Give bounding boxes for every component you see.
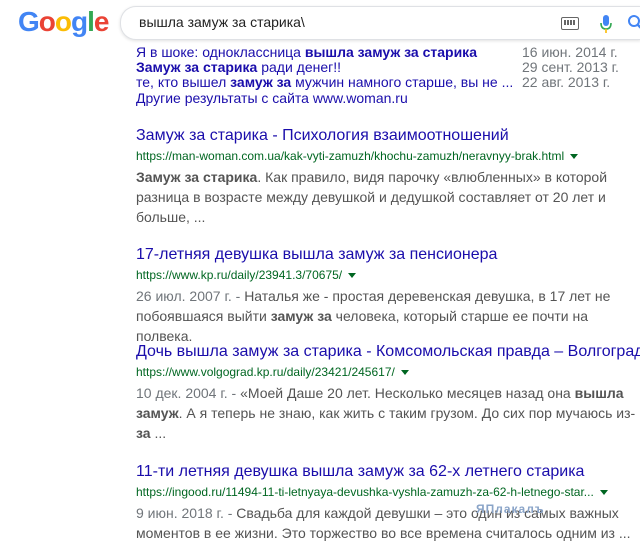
microphone-icon[interactable]	[598, 14, 614, 34]
result-title-link[interactable]: Дочь вышла замуж за старика - Комсомольс…	[136, 342, 640, 362]
search-input[interactable]: вышла замуж за старика\	[139, 14, 305, 30]
sitelink-text: те, кто вышел	[136, 74, 231, 90]
search-result: 11-ти летняя девушка вышла замуж за 62-х…	[136, 462, 640, 543]
result-snippet: 9 июн. 2018 г. - Свадьба для каждой деву…	[136, 503, 640, 543]
snippet-text: замуж за	[270, 308, 332, 324]
keyboard-icon[interactable]	[561, 17, 579, 30]
sitelink-text: замуж за	[230, 74, 292, 90]
sitelink-text: вышла замуж за старика	[304, 44, 477, 60]
sitelink-text: мужчин намного старше, вы не ...	[291, 74, 514, 90]
result-url-text: https://ingood.ru/11494-11-ti-letnyaya-d…	[136, 485, 594, 499]
result-date: 10 дек. 2004 г. -	[136, 385, 241, 401]
result-snippet: Замуж за старика. Как правило, видя паро…	[136, 167, 640, 227]
search-result: Дочь вышла замуж за старика - Комсомольс…	[136, 342, 640, 443]
search-result: Замуж за старика - Психология взаимоотно…	[136, 126, 640, 227]
logo-letter: o	[54, 6, 72, 37]
logo-letter: l	[87, 6, 95, 37]
dropdown-arrow-icon[interactable]	[599, 490, 608, 496]
sitelink-date: 29 сент. 2013 г.	[522, 59, 619, 75]
result-url: https://www.kp.ru/daily/23941.3/70675/	[136, 267, 640, 283]
sitelink[interactable]: Замуж за старика ради денег!!	[136, 59, 341, 75]
sitelink-text: ради денег!!	[257, 59, 342, 75]
snippet-text: «Моей Даше 20 лет. Несколько месяцев наз…	[240, 385, 575, 401]
sitelink-date: 16 июн. 2014 г.	[522, 44, 618, 60]
sitelink-text: Я в шоке: одноклассница	[136, 44, 305, 60]
result-url-text: https://www.volgograd.kp.ru/daily/23421/…	[136, 365, 395, 379]
result-url-text: https://man-woman.com.ua/kak-vyti-zamuzh…	[136, 149, 565, 163]
result-snippet: 10 дек. 2004 г. - «Моей Даше 20 лет. Нес…	[136, 383, 640, 443]
search-icon[interactable]	[627, 14, 640, 32]
result-url: https://man-woman.com.ua/kak-vyti-zamuzh…	[136, 148, 640, 164]
logo-letter: o	[38, 6, 56, 37]
dropdown-arrow-icon[interactable]	[400, 370, 409, 376]
snippet-text: ...	[150, 425, 167, 441]
header: Google вышла замуж за старика\	[0, 0, 640, 44]
result-title-link[interactable]: 11-ти летняя девушка вышла замуж за 62-х…	[136, 462, 640, 482]
dropdown-arrow-icon[interactable]	[348, 273, 357, 279]
result-url: https://www.volgograd.kp.ru/daily/23421/…	[136, 364, 640, 380]
result-url-text: https://www.kp.ru/daily/23941.3/70675/	[136, 268, 343, 282]
snippet-text: за	[136, 425, 151, 441]
sitelink-text: Замуж за старика	[136, 59, 258, 75]
logo-letter: g	[71, 6, 88, 37]
sitelink-date: 22 авг. 2013 г.	[522, 74, 611, 90]
result-date: 9 июн. 2018 г. -	[136, 505, 237, 521]
more-results-link[interactable]: Другие результаты с сайта www.woman.ru	[136, 90, 408, 106]
google-logo[interactable]: Google	[18, 6, 110, 38]
search-box[interactable]: вышла замуж за старика\	[120, 6, 640, 40]
result-date: 26 июл. 2007 г. -	[136, 288, 245, 304]
snippet-text: Замуж за старика	[136, 169, 258, 185]
result-title-link[interactable]: 17-летняя девушка вышла замуж за пенсион…	[136, 245, 640, 265]
result-title-link[interactable]: Замуж за старика - Психология взаимоотно…	[136, 126, 640, 146]
watermark: ЯПлакалъ	[476, 502, 545, 516]
dropdown-arrow-icon[interactable]	[570, 154, 579, 160]
logo-letter: e	[93, 6, 110, 37]
logo-letter: G	[18, 6, 40, 37]
result-snippet: 26 июл. 2007 г. - Наталья же - простая д…	[136, 286, 640, 346]
result-url: https://ingood.ru/11494-11-ti-letnyaya-d…	[136, 484, 640, 500]
search-result: 17-летняя девушка вышла замуж за пенсион…	[136, 245, 640, 346]
snippet-text: . А я теперь не знаю, как жить с таким г…	[178, 405, 636, 421]
sitelink[interactable]: те, кто вышел замуж за мужчин намного ст…	[136, 74, 513, 90]
sitelink[interactable]: Я в шоке: одноклассница вышла замуж за с…	[136, 44, 477, 60]
